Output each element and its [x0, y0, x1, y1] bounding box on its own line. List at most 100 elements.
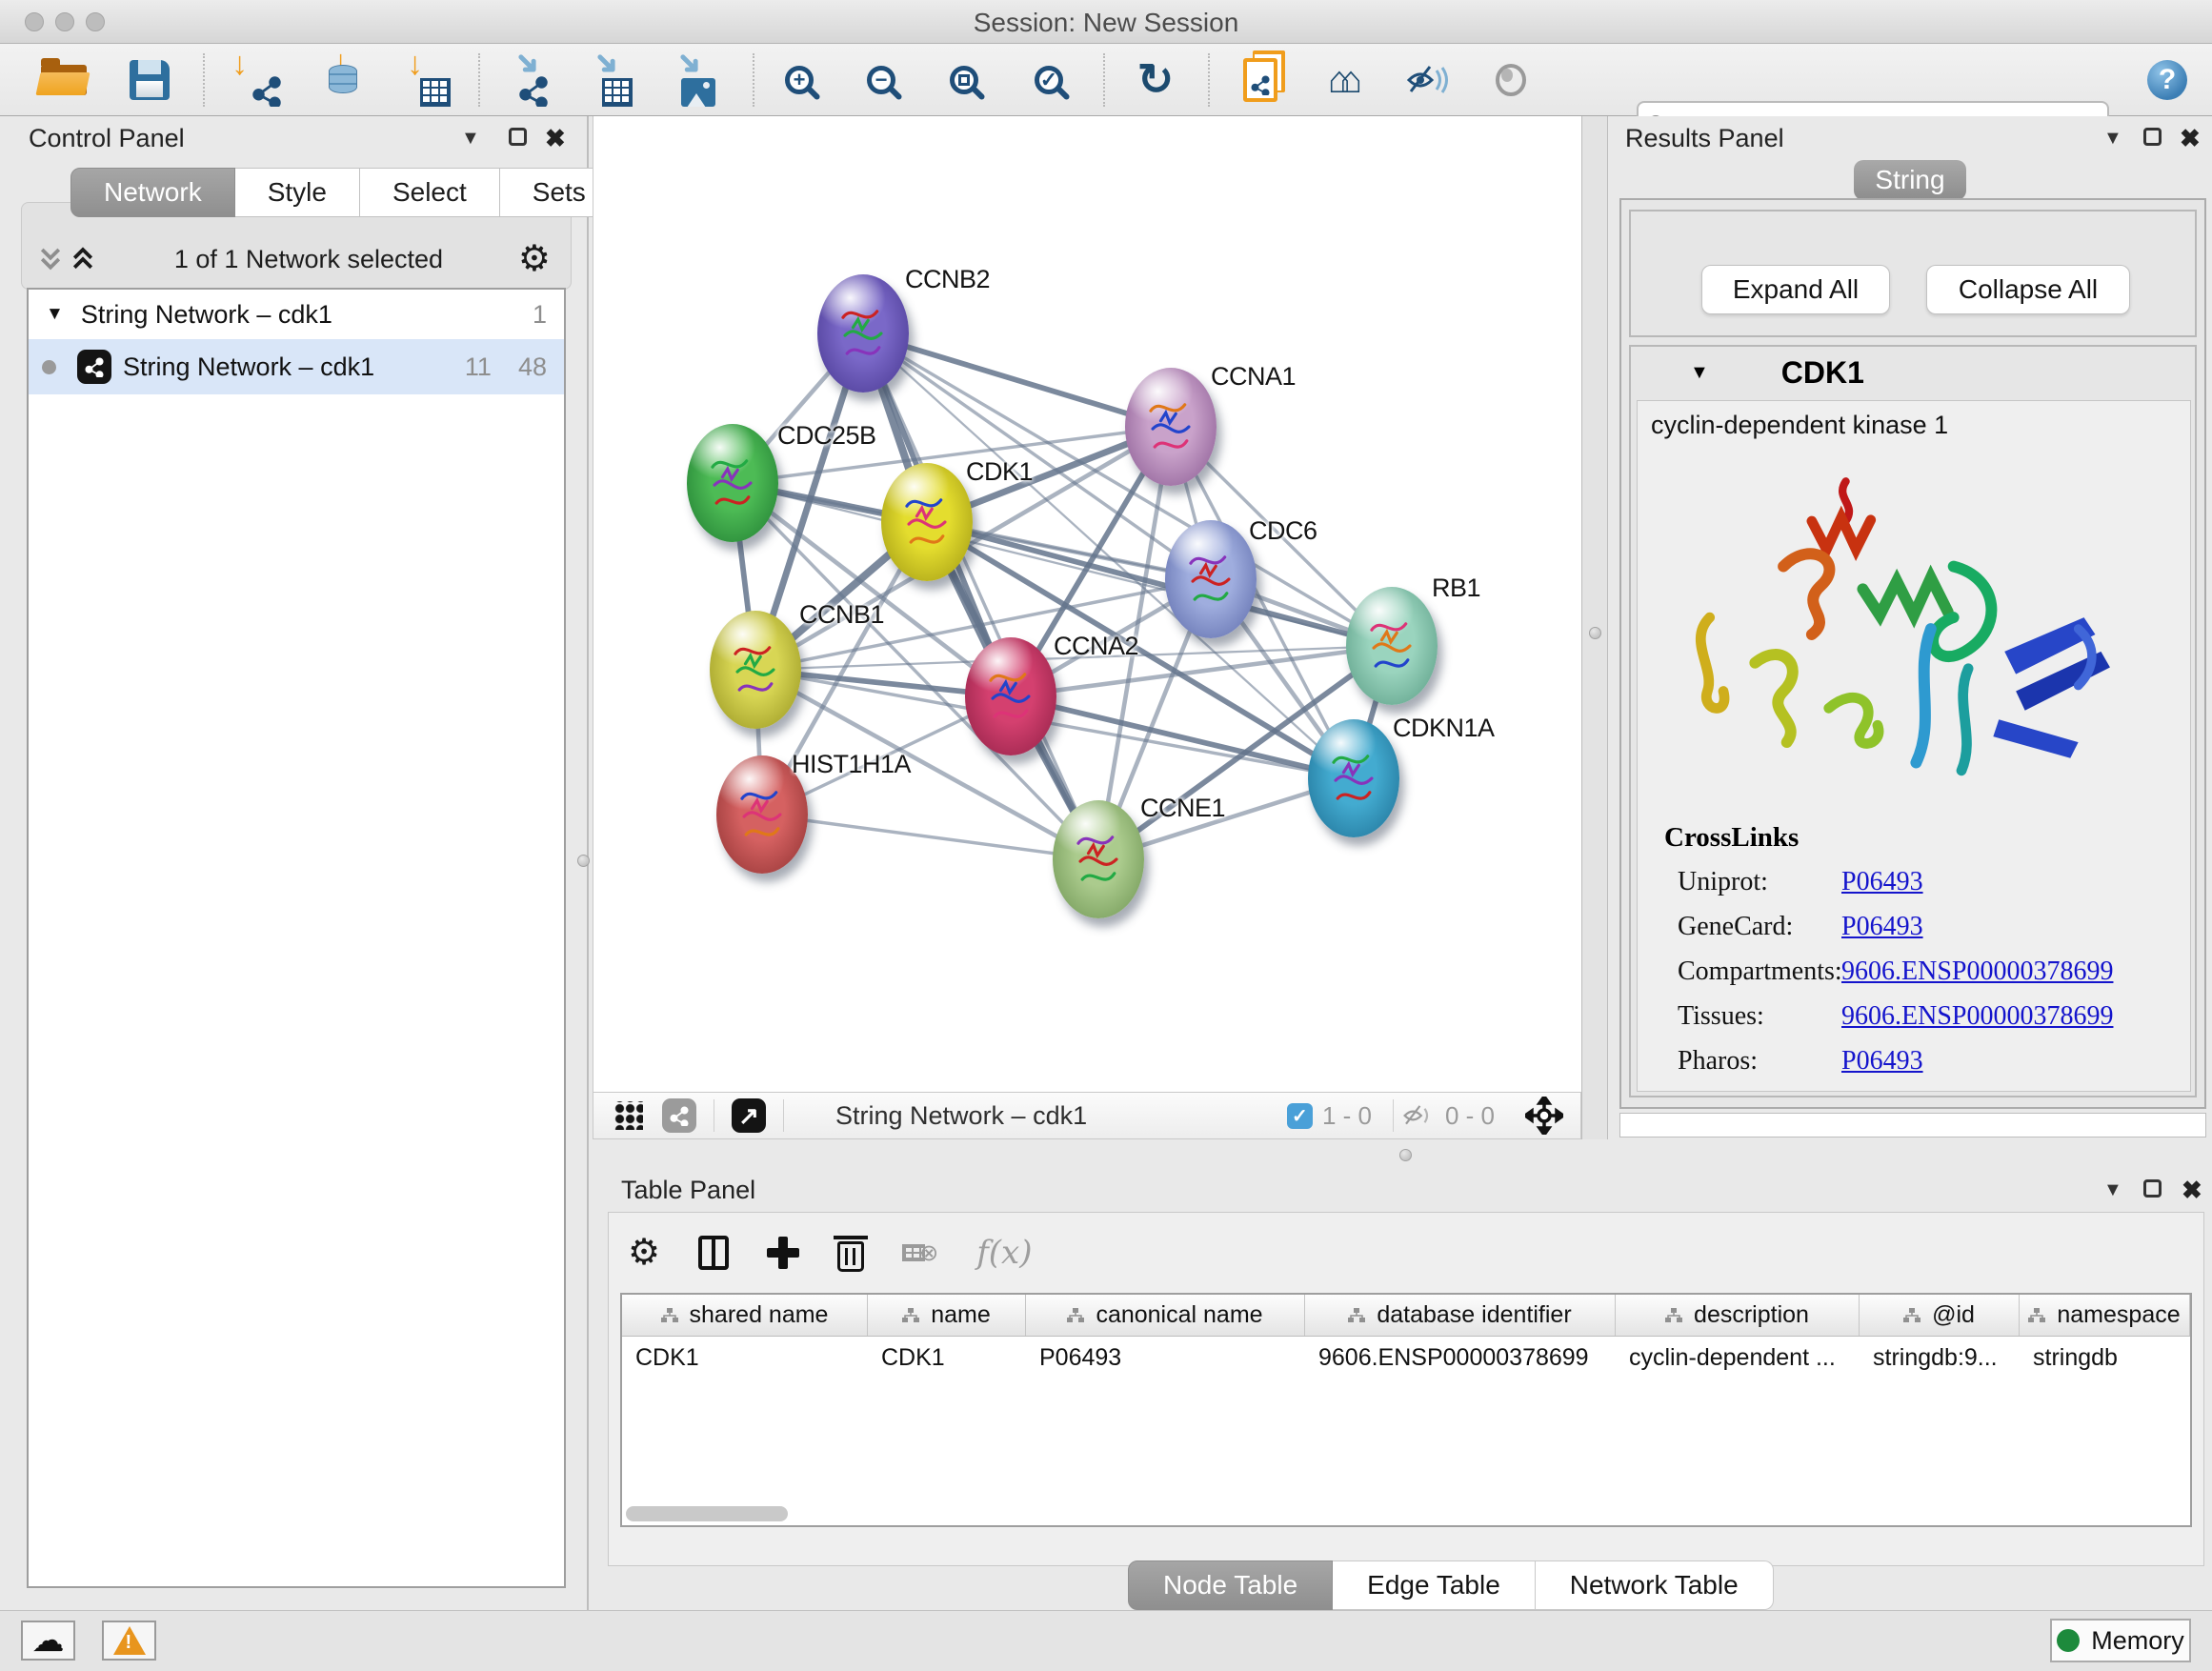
detach-view-icon[interactable]: ↗ — [732, 1098, 766, 1133]
maximize-panel-icon[interactable] — [2143, 1179, 2162, 1198]
import-table-button[interactable]: ↓ — [391, 44, 457, 116]
table-row[interactable]: CDK1CDK1P064939606.ENSP00000378699cyclin… — [622, 1337, 2190, 1379]
show-columns-icon[interactable] — [698, 1236, 729, 1270]
column-header-description[interactable]: description — [1616, 1295, 1860, 1336]
gene-section-header[interactable]: ▼ CDK1 — [1631, 347, 2195, 398]
horizontal-splitter-handle[interactable] — [1399, 1149, 1412, 1161]
show-all-panels-button[interactable]: ⌂⌂ — [1312, 44, 1378, 116]
network-options-gear-icon[interactable]: ⚙ — [518, 241, 551, 277]
network-node-ccnb1[interactable] — [710, 611, 801, 729]
network-node-rb1[interactable] — [1346, 587, 1438, 705]
network-node-ccnb2[interactable] — [817, 274, 909, 393]
close-panel-icon[interactable]: ✖ — [2182, 1178, 2202, 1202]
network-node-cdc6[interactable] — [1165, 520, 1257, 638]
help-button[interactable]: ? — [2134, 44, 2201, 116]
zoom-out-icon: − — [867, 66, 895, 94]
cell--id[interactable]: stringdb:9... — [1860, 1337, 2020, 1379]
column-header-database-identifier[interactable]: database identifier — [1305, 1295, 1616, 1336]
tab-network[interactable]: Network — [70, 168, 235, 217]
table-options-gear-icon[interactable]: ⚙ — [628, 1235, 660, 1271]
tab-node-table[interactable]: Node Table — [1128, 1560, 1333, 1610]
cloud-status-button[interactable]: ☁ — [21, 1621, 75, 1661]
float-panel-icon[interactable]: ▼ — [461, 128, 480, 150]
network-row-selected[interactable]: String Network – cdk1 11 48 — [29, 339, 564, 394]
clone-network-button[interactable] — [1227, 44, 1294, 116]
network-collection-row[interactable]: ▼ String Network – cdk1 1 — [29, 290, 564, 339]
open-session-button[interactable] — [30, 44, 97, 116]
horizontal-splitter[interactable] — [593, 1139, 2212, 1172]
close-panel-icon[interactable]: ✖ — [545, 126, 566, 151]
network-node-ccna1[interactable] — [1125, 368, 1217, 486]
network-node-ccne1[interactable] — [1053, 800, 1144, 918]
export-network-button[interactable]: ➜ — [490, 44, 556, 116]
column-header-name[interactable]: name — [868, 1295, 1026, 1336]
vertical-splitter-handle[interactable] — [1589, 627, 1601, 639]
node-table[interactable]: shared namenamecanonical namedatabase id… — [620, 1293, 2192, 1527]
float-panel-icon[interactable]: ▼ — [2103, 1179, 2122, 1201]
column-header-canonical-name[interactable]: canonical name — [1026, 1295, 1305, 1336]
column-header-shared-name[interactable]: shared name — [622, 1295, 868, 1336]
cell-name[interactable]: CDK1 — [868, 1337, 1026, 1379]
column-header--id[interactable]: @id — [1860, 1295, 2020, 1336]
collapse-all-button[interactable]: Collapse All — [1926, 265, 2130, 314]
table-hscrollbar-thumb[interactable] — [626, 1506, 788, 1521]
warnings-button[interactable] — [102, 1621, 156, 1661]
collection-collapse-icon[interactable]: ▼ — [46, 304, 64, 325]
results-scrollbar-track[interactable] — [1619, 1113, 2206, 1137]
table-panel: Table Panel ▼ ✖ ⚙ ⊗ f(x) shared namename… — [593, 1172, 2212, 1610]
grid-view-icon[interactable] — [614, 1101, 643, 1130]
network-node-ccna2[interactable] — [965, 637, 1056, 755]
expand-collapse-box: Expand All Collapse All — [1629, 210, 2197, 337]
save-session-button[interactable] — [116, 44, 183, 116]
network-view-canvas[interactable]: CCNB2CCNA1CDC25BCDK1CDC6RB1CCNB1CCNA2CDK… — [593, 116, 1581, 1092]
network-node-cdk1[interactable] — [881, 463, 973, 581]
float-panel-icon[interactable]: ▼ — [2103, 128, 2122, 150]
cell-namespace[interactable]: stringdb — [2020, 1337, 2190, 1379]
network-node-cdkn1a[interactable] — [1308, 719, 1399, 837]
column-header-namespace[interactable]: namespace — [2020, 1295, 2190, 1336]
crosslink-link[interactable]: P06493 — [1841, 1046, 1923, 1077]
collapse-all-icon[interactable] — [34, 245, 67, 273]
cell-database-identifier[interactable]: 9606.ENSP00000378699 — [1305, 1337, 1616, 1379]
tab-edge-table[interactable]: Edge Table — [1333, 1560, 1536, 1610]
vertical-splitter[interactable] — [1581, 116, 1608, 1172]
maximize-panel-icon[interactable] — [509, 128, 527, 146]
tab-select[interactable]: Select — [360, 168, 500, 217]
zoom-out-button[interactable]: − — [848, 44, 915, 116]
import-network-button[interactable]: ↓ — [223, 44, 290, 116]
cell-shared-name[interactable]: CDK1 — [622, 1337, 868, 1379]
save-disk-icon — [130, 60, 170, 100]
cell-canonical-name[interactable]: P06493 — [1026, 1337, 1305, 1379]
crosslink-link[interactable]: P06493 — [1841, 867, 1923, 897]
zoom-selected-icon: ✓ — [1035, 66, 1063, 94]
tab-network-table[interactable]: Network Table — [1536, 1560, 1774, 1610]
hidden-eye-icon[interactable] — [1401, 1103, 1436, 1128]
expand-all-icon[interactable] — [67, 245, 99, 273]
hide-unhide-button[interactable] — [1395, 44, 1461, 116]
zoom-fit-button[interactable] — [931, 44, 997, 116]
maximize-panel-icon[interactable] — [2143, 128, 2162, 146]
left-splitter-handle[interactable] — [577, 855, 590, 867]
toggle-view-button[interactable] — [1478, 44, 1544, 116]
export-table-button[interactable]: ➜ — [573, 44, 639, 116]
zoom-selected-button[interactable]: ✓ — [1016, 44, 1082, 116]
section-collapse-icon[interactable]: ▼ — [1690, 362, 1709, 384]
crosslink-link[interactable]: 9606.ENSP00000378699 — [1841, 956, 2113, 987]
expand-all-button[interactable]: Expand All — [1701, 265, 1890, 314]
refresh-view-button[interactable]: ↻ — [1122, 44, 1189, 116]
memory-button[interactable]: Memory — [2050, 1619, 2191, 1662]
delete-column-icon[interactable] — [837, 1241, 864, 1272]
selected-checkbox-icon[interactable]: ✓ — [1287, 1103, 1313, 1129]
close-panel-icon[interactable]: ✖ — [2180, 126, 2201, 151]
export-image-button[interactable]: ➜ — [655, 44, 722, 116]
import-database-button[interactable]: ↓ — [303, 44, 370, 116]
network-node-cdc25b[interactable] — [687, 424, 778, 542]
tab-style[interactable]: Style — [235, 168, 360, 217]
birds-eye-toggle-icon[interactable] — [1525, 1097, 1563, 1135]
crosslink-link[interactable]: P06493 — [1841, 912, 1923, 942]
zoom-in-button[interactable]: + — [766, 44, 833, 116]
results-tab-string[interactable]: String — [1854, 160, 1966, 200]
add-column-icon[interactable] — [767, 1237, 799, 1269]
crosslink-link[interactable]: 9606.ENSP00000378699 — [1841, 1001, 2113, 1032]
cell-description[interactable]: cyclin-dependent ... — [1616, 1337, 1860, 1379]
